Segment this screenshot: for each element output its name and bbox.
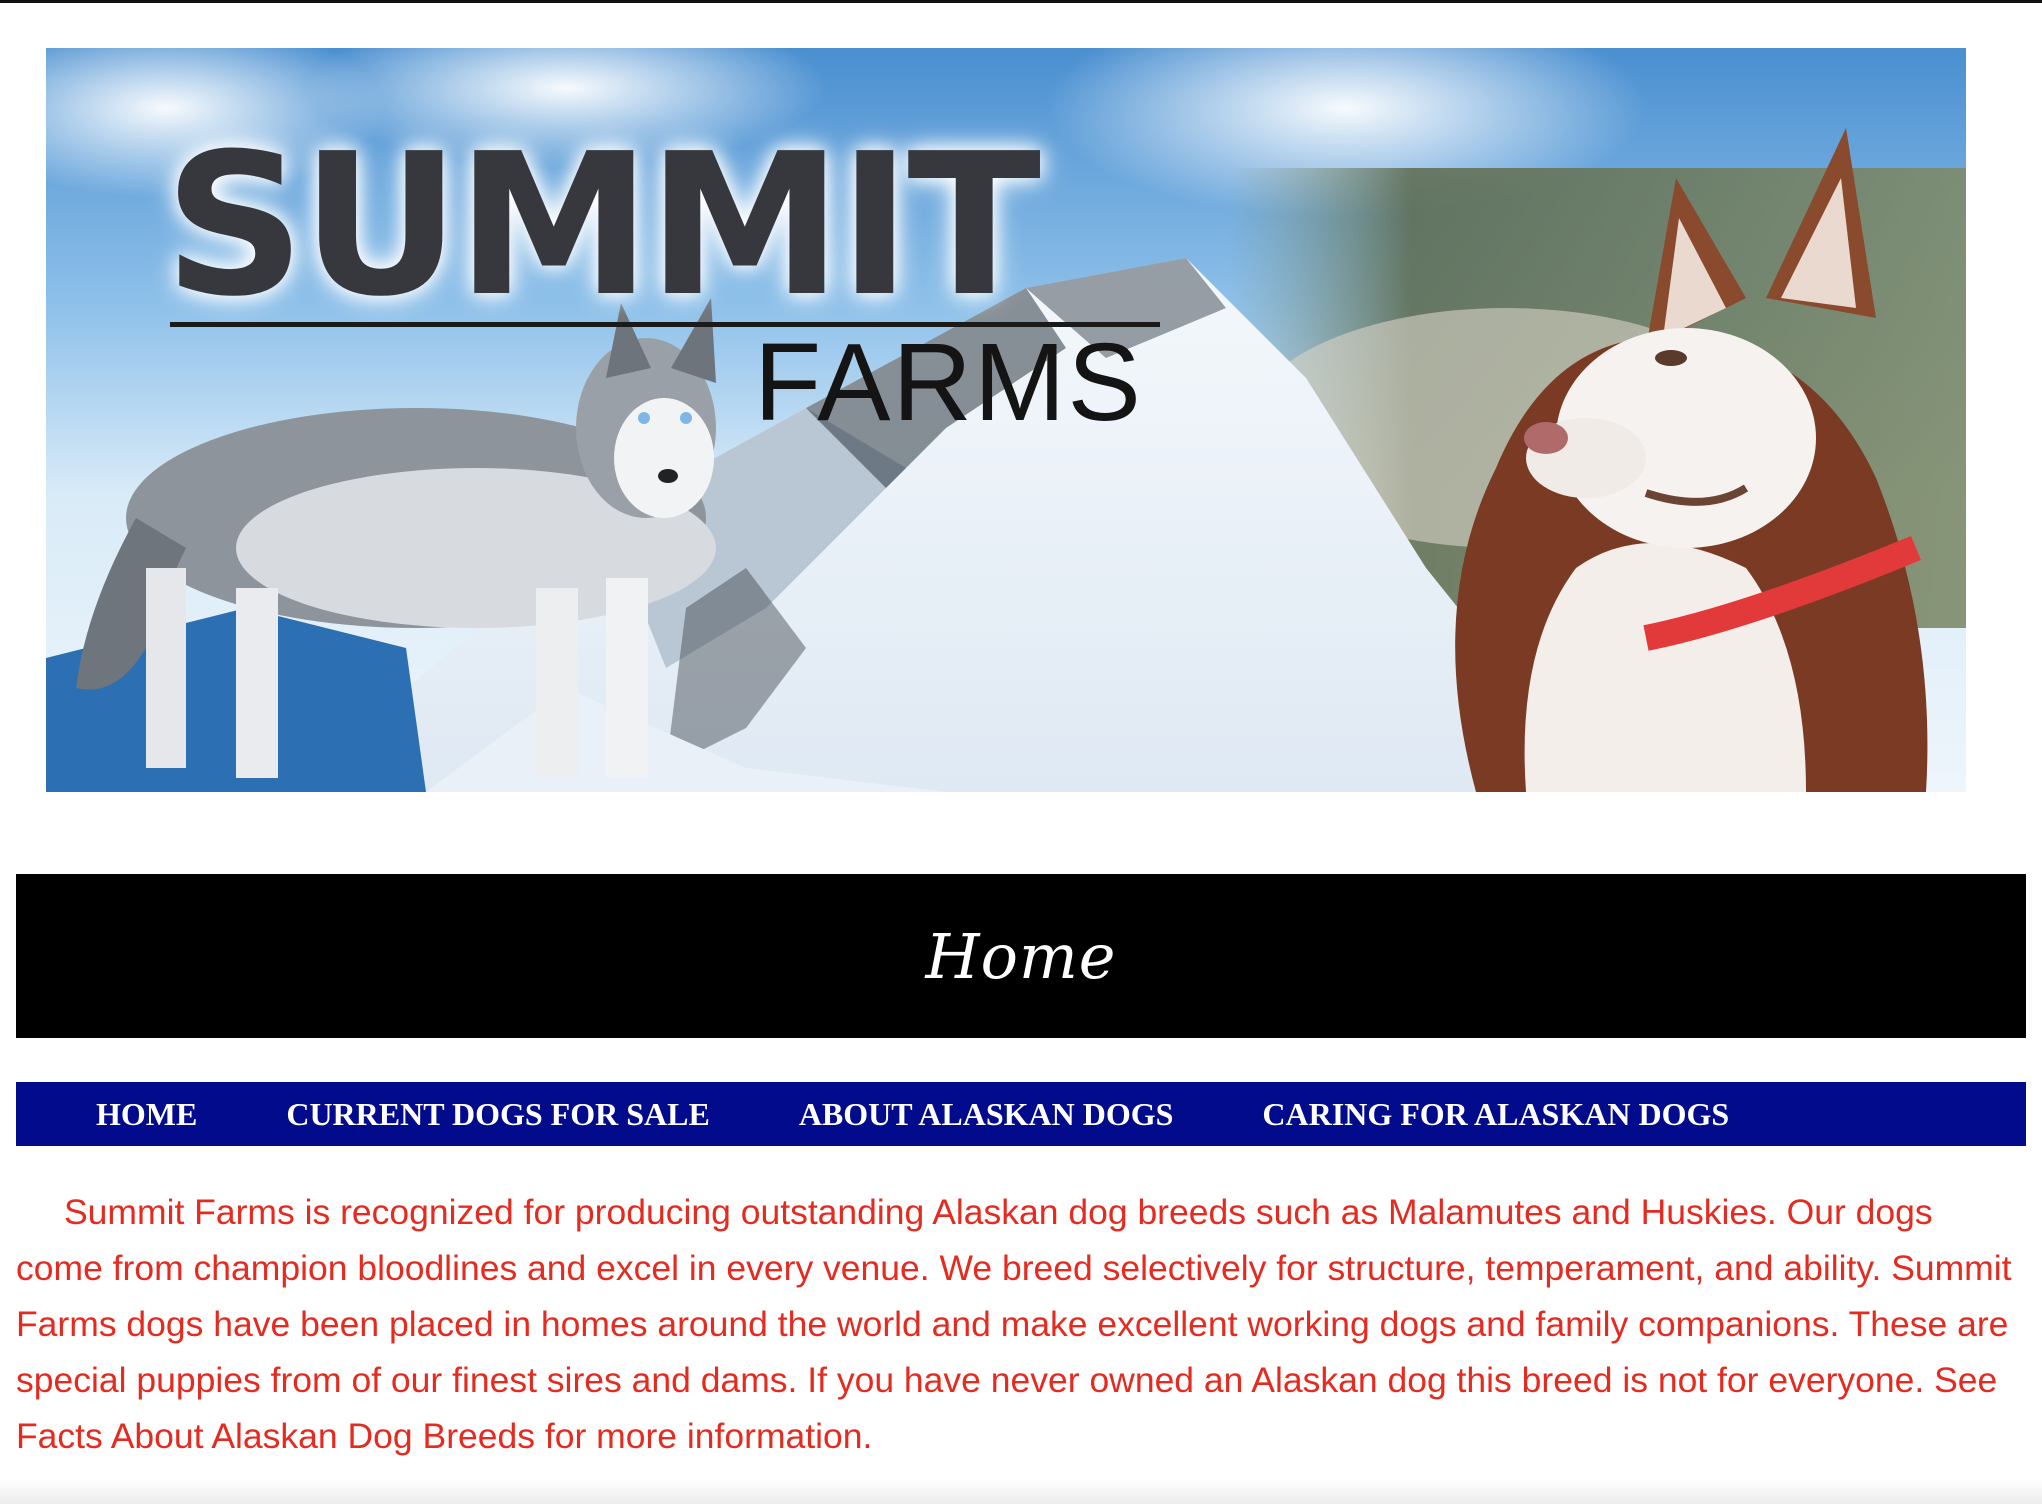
nav-item-about-alaskan-dogs[interactable]: ABOUT ALASKAN DOGS (799, 1096, 1174, 1133)
page-title-bar: Home (16, 874, 2026, 1038)
logo-farms-text: FARMS (754, 321, 1143, 444)
logo-summit-text: SUMMIT (164, 112, 1041, 340)
nav-item-home[interactable]: HOME (96, 1096, 197, 1133)
intro-paragraph: Summit Farms is recognized for producing… (16, 1192, 2012, 1456)
page-title: Home (925, 919, 1117, 993)
window-top-border (0, 0, 2042, 3)
header-banner: SUMMIT FARMS (46, 48, 1966, 792)
nav-item-current-dogs-for-sale[interactable]: CURRENT DOGS FOR SALE (286, 1096, 709, 1133)
window-bottom-shadow (0, 1480, 2042, 1504)
main-nav: HOME CURRENT DOGS FOR SALE ABOUT ALASKAN… (16, 1082, 2026, 1146)
nav-item-caring-for-alaskan-dogs[interactable]: CARING FOR ALASKAN DOGS (1262, 1096, 1729, 1133)
